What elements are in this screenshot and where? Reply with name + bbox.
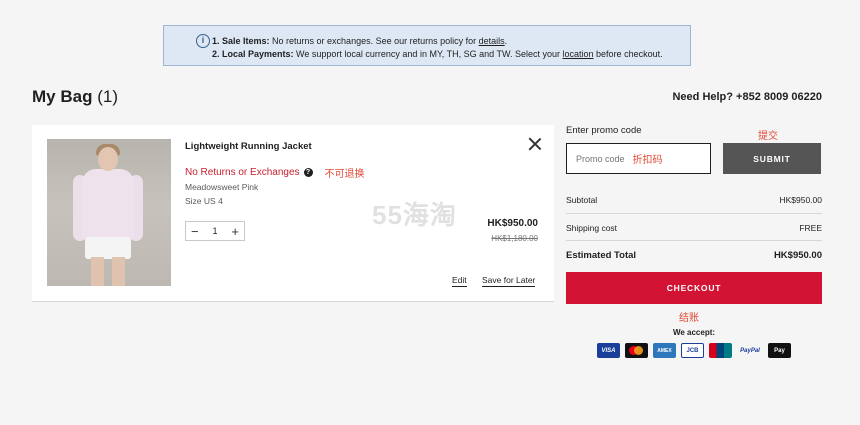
notice-line-local-payments: 2. Local Payments: We support local curr… bbox=[212, 49, 663, 59]
cart-item: Lightweight Running Jacket No Returns or… bbox=[32, 125, 554, 302]
estimated-total-row: Estimated Total HK$950.00 bbox=[566, 250, 822, 261]
remove-item-close-icon[interactable] bbox=[528, 137, 542, 151]
item-price: HK$950.00 bbox=[487, 218, 538, 229]
shipping-row: Shipping cost FREE bbox=[566, 223, 822, 233]
paypal-icon: PayPal bbox=[740, 347, 760, 354]
promo-placeholder: Promo code bbox=[576, 153, 625, 164]
product-image[interactable] bbox=[47, 139, 171, 286]
help-phone: Need Help? +852 8009 06220 bbox=[672, 91, 822, 103]
promo-label: Enter promo code bbox=[566, 125, 642, 136]
subtotal-row: Subtotal HK$950.00 bbox=[566, 195, 822, 205]
divider bbox=[566, 213, 822, 214]
jcb-icon: JCB bbox=[681, 343, 704, 358]
mastercard-icon bbox=[625, 343, 648, 358]
unionpay-icon bbox=[709, 343, 732, 358]
save-for-later-link[interactable]: Save for Later bbox=[482, 275, 536, 287]
we-accept-label: We accept: bbox=[672, 328, 716, 337]
submit-button[interactable]: SUBMIT bbox=[723, 143, 821, 174]
checkout-button[interactable]: CHECKOUT bbox=[566, 272, 822, 304]
apple-pay-icon: Pay bbox=[768, 343, 791, 358]
page-title: My Bag (1) bbox=[32, 87, 118, 106]
location-link[interactable]: location bbox=[563, 49, 594, 59]
divider bbox=[566, 240, 822, 241]
plus-icon[interactable]: + bbox=[231, 225, 239, 238]
item-original-price: HK$1,180.00 bbox=[491, 234, 538, 243]
bag-count: (1) bbox=[97, 87, 118, 106]
amex-icon: AMEX bbox=[653, 343, 676, 358]
question-icon[interactable]: ? bbox=[303, 168, 313, 177]
minus-icon[interactable]: − bbox=[191, 225, 199, 238]
watermark: 55海淘 bbox=[372, 200, 457, 230]
visa-icon: VISA bbox=[597, 343, 620, 358]
payment-methods: VISA AMEX JCB PayPal Pay bbox=[597, 343, 791, 358]
edit-link[interactable]: Edit bbox=[452, 275, 467, 287]
product-color: Meadowsweet Pink bbox=[185, 182, 259, 192]
quantity-value: 1 bbox=[212, 226, 218, 236]
product-name[interactable]: Lightweight Running Jacket bbox=[185, 141, 312, 152]
product-size: Size US 4 bbox=[185, 196, 223, 206]
quantity-stepper: − 1 + bbox=[185, 221, 245, 241]
promo-code-input[interactable]: Promo code 折扣码 bbox=[566, 143, 711, 174]
no-returns-notice: No Returns or Exchanges ? 不可退换 bbox=[185, 167, 365, 180]
annotation-no-returns: 不可退换 bbox=[324, 169, 365, 180]
info-icon: i bbox=[196, 34, 210, 48]
annotation-submit: 提交 bbox=[758, 131, 778, 142]
returns-policy-link[interactable]: details bbox=[479, 36, 505, 46]
notice-line-sale-items: 1. Sale Items: No returns or exchanges. … bbox=[212, 36, 508, 46]
annotation-checkout: 结账 bbox=[679, 313, 699, 324]
annotation-placeholder: 折扣码 bbox=[632, 155, 663, 166]
notice-banner: i 1. Sale Items: No returns or exchanges… bbox=[163, 25, 691, 66]
